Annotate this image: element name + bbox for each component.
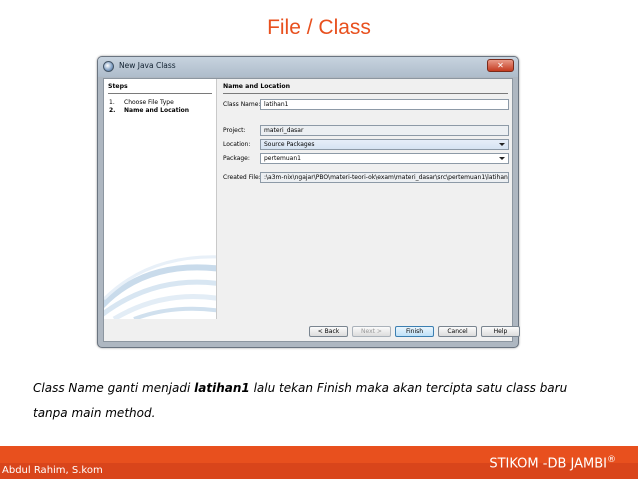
java-app-icon (103, 61, 114, 72)
location-dropdown[interactable]: Source Packages (260, 139, 509, 150)
section-heading: Name and Location (223, 83, 291, 90)
footer-organization: STIKOM -DB JAMBI® (489, 455, 616, 471)
step-number: 2. (109, 107, 116, 114)
registered-mark: ® (607, 455, 616, 465)
close-button[interactable]: ✕ (487, 59, 514, 72)
package-label: Package: (223, 155, 250, 162)
created-file-label: Created File: (223, 174, 261, 181)
chevron-down-icon[interactable] (499, 157, 505, 160)
class-name-label: Class Name: (223, 101, 261, 108)
location-selected-value: Source Packages (264, 141, 315, 148)
finish-button[interactable]: Finish (395, 326, 434, 337)
steps-pane: Steps 1. Choose File Type 2. Name and Loca… (104, 79, 217, 319)
step-label: Choose File Type (124, 99, 174, 106)
new-java-class-dialog: New Java Class ✕ Steps 1. Choose File Typ… (97, 56, 520, 348)
caption-text: lalu tekan Finish maka akan tercipta sat… (249, 381, 568, 395)
caption-line-1: Class Name ganti menjadi latihan1 lalu t… (33, 381, 567, 395)
section-divider (223, 93, 508, 94)
name-and-location-pane: Name and Location Class Name: latihan1 P… (223, 79, 514, 319)
location-label: Location: (223, 141, 251, 148)
organization-name: STIKOM -DB JAMBI (489, 456, 607, 472)
caption-bold-class-name: latihan1 (194, 381, 250, 395)
decorative-swoosh-graphic (104, 255, 216, 319)
step-label: Name and Location (124, 107, 190, 114)
project-label: Project: (223, 127, 246, 134)
caption-line-2: tanpa main method. (33, 406, 156, 420)
steps-heading: Steps (108, 83, 128, 90)
step-name-and-location: 2. Name and Location (109, 107, 189, 114)
caption-text: Class Name ganti menjadi (33, 381, 195, 395)
package-value: pertemuan1 (264, 155, 301, 162)
cancel-button[interactable]: Cancel (438, 326, 477, 337)
step-number: 1. (109, 99, 115, 106)
dialog-title: New Java Class (119, 61, 176, 70)
steps-heading-divider (108, 93, 212, 94)
dialog-titlebar[interactable]: New Java Class ✕ (98, 57, 518, 77)
package-combobox[interactable]: pertemuan1 (260, 153, 509, 164)
back-button[interactable]: < Back (309, 326, 348, 337)
created-file-field: :\a3m-nix\ngajar\PBO\materi-teori-ok\exa… (260, 172, 509, 183)
wizard-button-bar: < Back Next > Finish Cancel Help (104, 319, 520, 341)
project-field: materi_dasar (260, 125, 509, 136)
slide-title: File / Class (267, 16, 371, 39)
footer-author: Abdul Rahim, S.kom (2, 465, 103, 476)
help-button[interactable]: Help (481, 326, 520, 337)
class-name-input[interactable]: latihan1 (260, 99, 509, 110)
step-choose-file-type: 1. Choose File Type (109, 99, 174, 106)
next-button[interactable]: Next > (352, 326, 391, 337)
dialog-client-area: Steps 1. Choose File Type 2. Name and Loca… (103, 78, 520, 342)
chevron-down-icon[interactable] (499, 143, 505, 146)
